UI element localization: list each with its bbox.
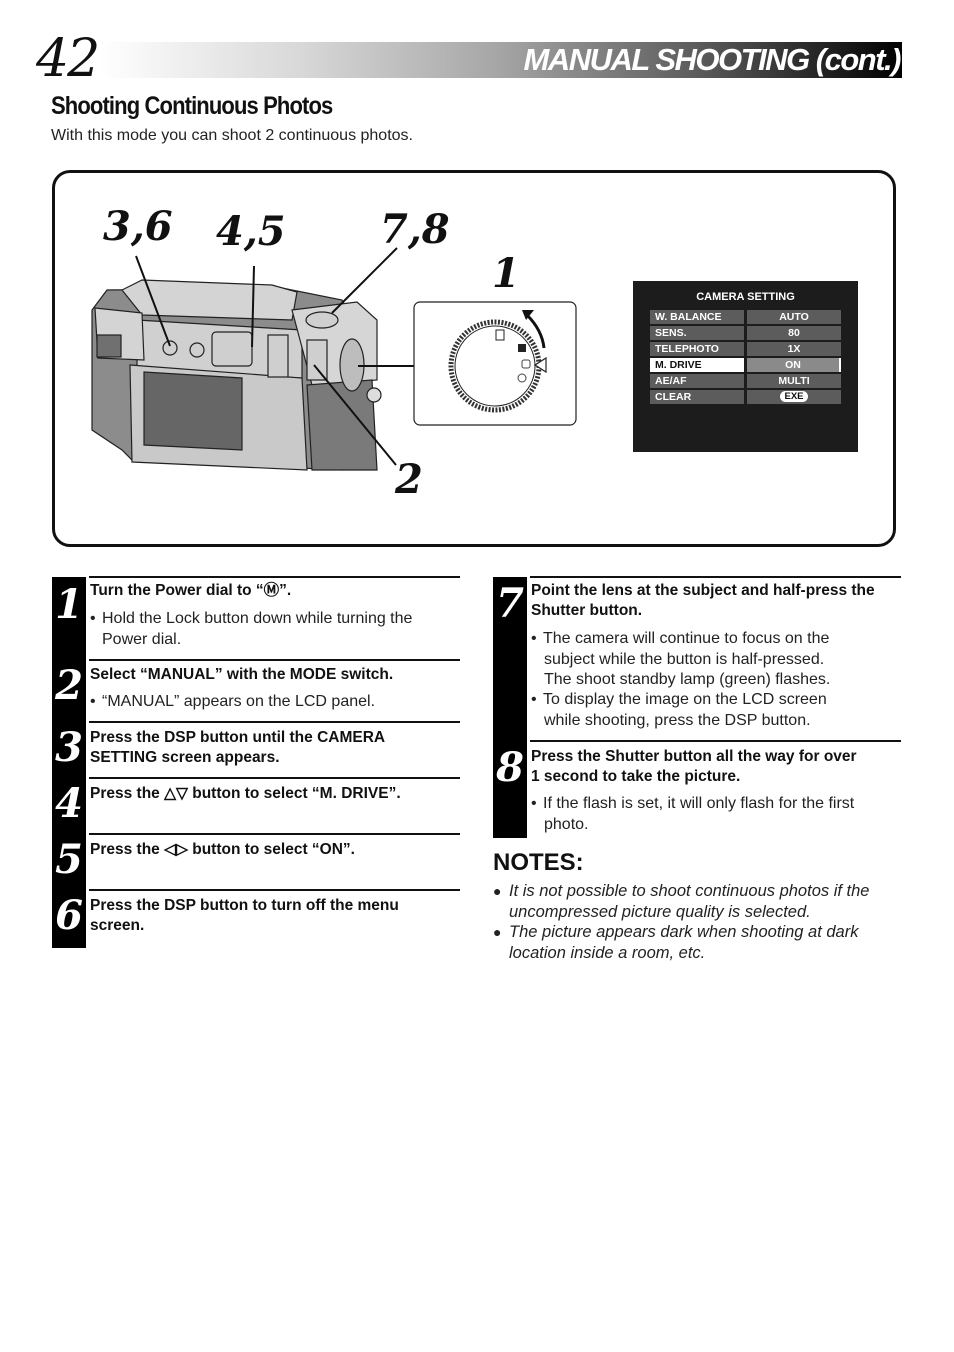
lcd-label: CLEAR: [650, 390, 744, 404]
step-5-title: Press the ◁▷ button to select “ON”.: [90, 841, 355, 858]
lcd-row-ae-af: AE/AF MULTI: [650, 374, 857, 388]
step-divider: [89, 576, 460, 578]
step-8-title: Press the Shutter button all the way for…: [531, 748, 857, 785]
callout-shutter-button: 7,8: [380, 206, 450, 253]
page-title: MANUAL SHOOTING (cont.): [523, 42, 901, 77]
lcd-value: AUTO: [747, 310, 841, 324]
step-number: 1: [55, 581, 83, 628]
step-1-bullet: • Hold the Lock button down while turning…: [90, 610, 413, 648]
callout-line-shutter: [331, 247, 398, 314]
exe-badge: EXE: [780, 390, 808, 402]
step-divider: [530, 740, 901, 742]
step-6-title: Press the DSP button to turn off the men…: [90, 897, 399, 934]
step-number: 2: [55, 662, 83, 709]
lcd-row-sens: SENS. 80: [650, 326, 857, 340]
step-number: 5: [55, 836, 83, 883]
step-1-title: Turn the Power dial to “Ⓜ”.: [90, 582, 292, 599]
notes-title: NOTES:: [493, 849, 584, 876]
step-2-bullet: • “MANUAL” appears on the LCD panel.: [90, 693, 376, 710]
step-divider: [89, 777, 460, 779]
step-divider: [89, 833, 460, 835]
step-number: 3: [55, 724, 83, 771]
note-item: ● The picture appears dark when shooting…: [493, 923, 859, 962]
lcd-row-clear: CLEAR EXE: [650, 390, 857, 404]
page-number: 42: [36, 29, 100, 89]
step-7-bullet-1: • The camera will continue to focus on th…: [531, 630, 831, 688]
step-number: 4: [55, 780, 83, 827]
section-description: With this mode you can shoot 2 continuou…: [51, 127, 413, 144]
lcd-title: CAMERA SETTING: [696, 291, 795, 303]
step-divider: [89, 889, 460, 891]
lcd-value: EXE: [747, 390, 841, 404]
step-2-title: Select “MANUAL” with the MODE switch.: [90, 666, 394, 683]
step-number: 8: [496, 744, 524, 791]
step-7-title: Point the lens at the subject and half-p…: [531, 582, 875, 619]
callout-arrow-buttons: 4,5: [216, 208, 286, 255]
dial-mark-4: [517, 373, 527, 383]
lcd-value: 80: [747, 326, 841, 340]
step-number: 6: [55, 892, 83, 939]
lcd-label: W. BALANCE: [650, 310, 744, 324]
lcd-label: AE/AF: [650, 374, 744, 388]
section-title: Shooting Continuous Photos: [51, 92, 333, 120]
lcd-row-m-drive: M. DRIVE ON: [650, 358, 857, 372]
step-4-title: Press the △▽ button to select “M. DRIVE”…: [90, 785, 401, 802]
step-3-title: Press the DSP button until the CAMERA SE…: [90, 729, 386, 766]
dial-mark-manual: [495, 329, 505, 341]
power-dial-inset: [413, 301, 577, 426]
step-divider: [89, 721, 460, 723]
callout-power-dial: 1: [492, 250, 520, 297]
step-8-bullet: • If the flash is set, it will only flash…: [531, 795, 855, 833]
lcd-row-telephoto: TELEPHOTO 1X: [650, 342, 857, 356]
step-7-bullet-2: • To display the image on the LCD screen …: [531, 691, 827, 729]
callout-mode-switch: 2: [395, 456, 423, 503]
lcd-row-white-balance: W. BALANCE AUTO: [650, 310, 857, 324]
lcd-value: MULTI: [747, 374, 841, 388]
lcd-value: ON: [747, 358, 841, 372]
camera-setting-screen: CAMERA SETTING W. BALANCE AUTO SENS. 80 …: [633, 281, 858, 452]
step-divider: [89, 659, 460, 661]
note-item: ● It is not possible to shoot continuous…: [493, 882, 870, 921]
lcd-label: TELEPHOTO: [650, 342, 744, 356]
lcd-label: M. DRIVE: [650, 358, 744, 372]
bullet-icon: ●: [493, 924, 502, 940]
lcd-value: 1X: [747, 342, 841, 356]
dial-mark-3: [521, 359, 531, 369]
lcd-label: SENS.: [650, 326, 744, 340]
step-number: 7: [496, 580, 524, 627]
step-divider: [530, 576, 901, 578]
dial-mark-auto: [518, 344, 526, 352]
callout-dsp-button: 3,6: [103, 203, 173, 250]
bullet-icon: ●: [493, 883, 502, 899]
